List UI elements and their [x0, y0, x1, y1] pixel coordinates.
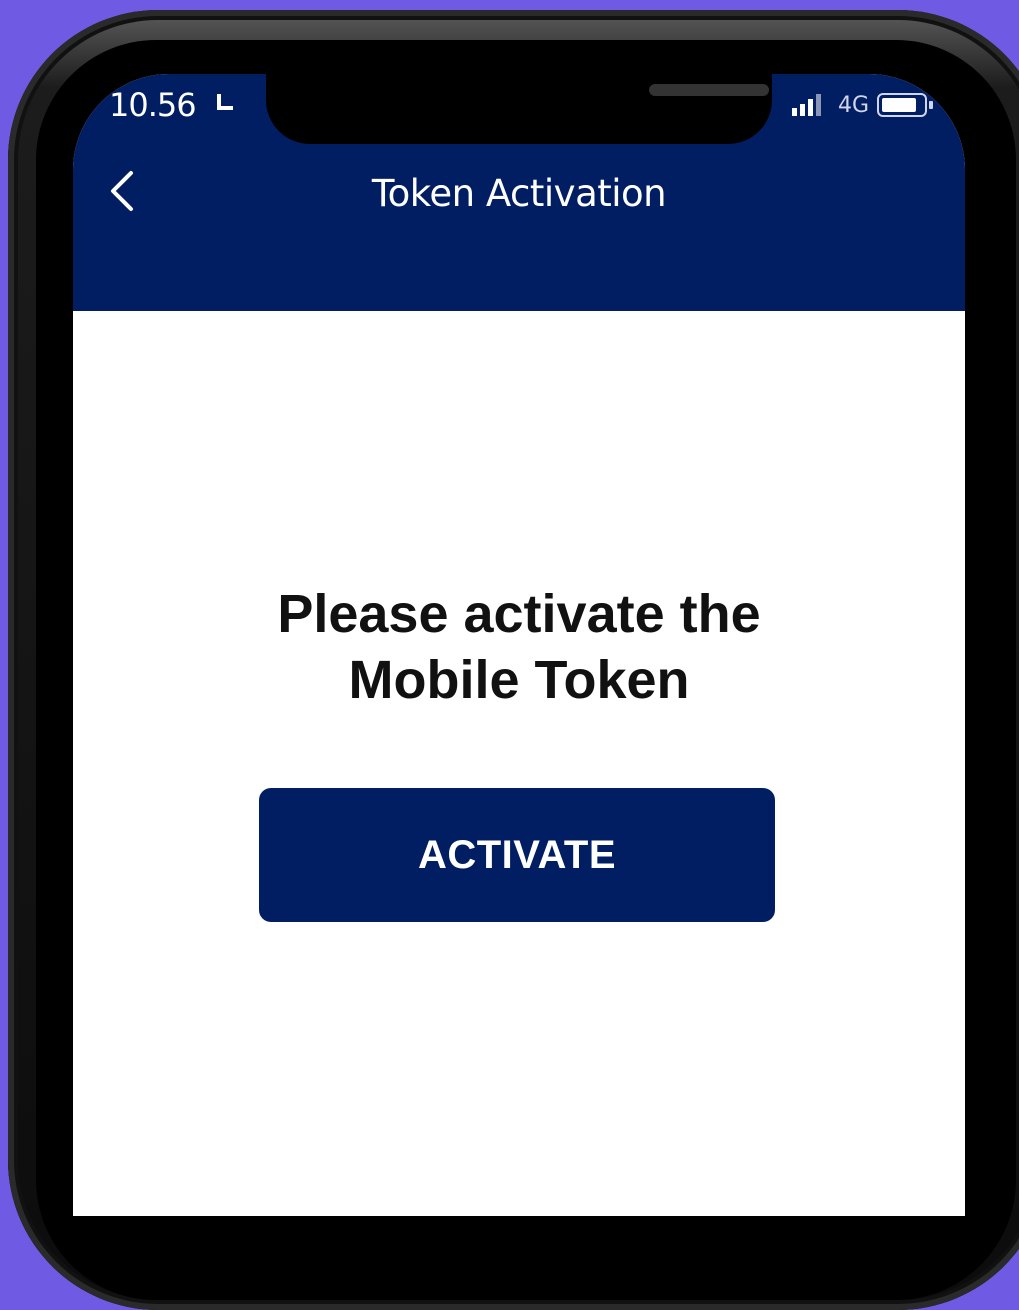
moon-icon — [217, 94, 233, 110]
signal-icon — [791, 94, 821, 116]
main-content: Please activate the Mobile Token ACTIVAT… — [73, 311, 965, 1216]
phone-screen: 10.56 4G Token Activation Please activat… — [73, 74, 965, 1216]
app-header: 10.56 4G Token Activation — [73, 74, 965, 311]
notch — [266, 74, 772, 144]
activate-button[interactable]: ACTIVATE — [259, 788, 775, 922]
activation-prompt: Please activate the Mobile Token — [73, 581, 965, 713]
page-title: Token Activation — [371, 172, 667, 215]
network-type: 4G — [837, 92, 869, 118]
status-time: 10.56 — [109, 86, 197, 124]
activation-prompt-text: Please activate the Mobile Token — [277, 584, 761, 710]
battery-icon — [877, 93, 933, 117]
speaker-grill — [649, 84, 769, 96]
status-indicators: 4G — [791, 92, 935, 118]
